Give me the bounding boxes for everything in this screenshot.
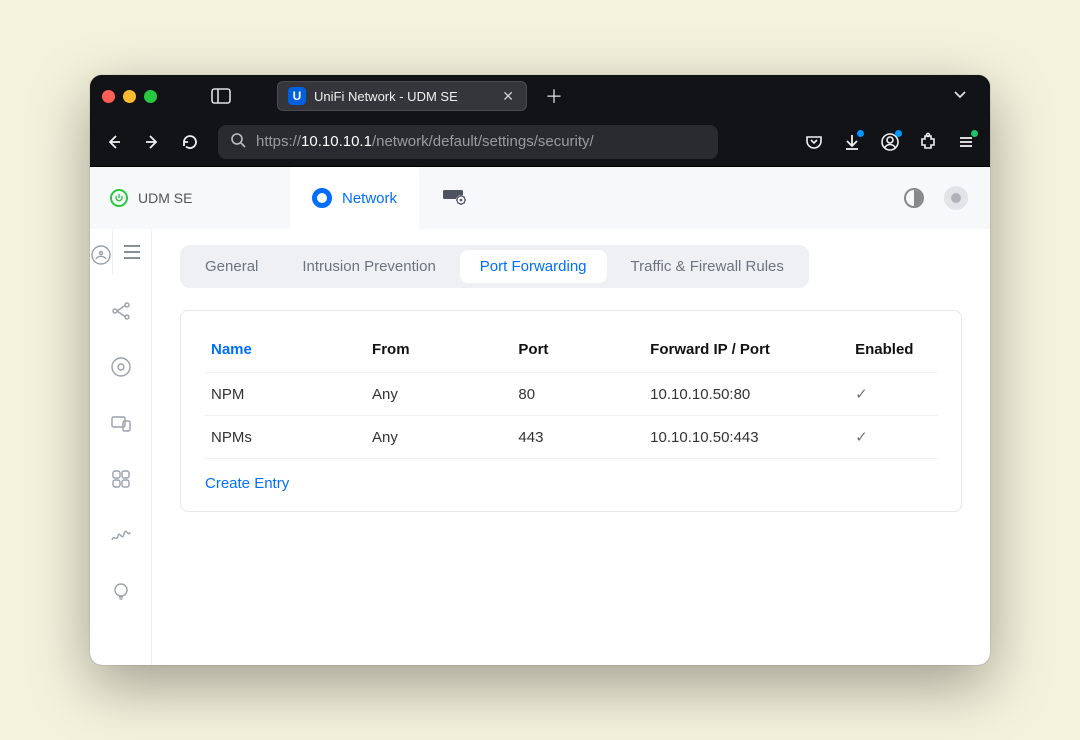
cell-port: 80 [512,373,644,416]
browser-tab[interactable]: U UniFi Network - UDM SE ✕ [277,81,527,111]
nav-back-button[interactable] [104,132,124,152]
sidebar-collapse-icon[interactable] [112,229,151,275]
downloads-icon[interactable] [842,132,862,152]
col-port[interactable]: Port [512,333,644,373]
sidebar [90,229,152,665]
window-close-button[interactable] [102,90,115,103]
nav-reload-button[interactable] [180,132,200,152]
app-menu-icon[interactable] [956,132,976,152]
cell-name: NPM [205,373,366,416]
sidebar-item-traffic[interactable] [109,523,133,547]
browser-sidebar-icon[interactable] [211,88,231,104]
subtab-port-forwarding[interactable]: Port Forwarding [460,250,607,283]
pocket-icon[interactable] [804,132,824,152]
sidebar-item-dashboard[interactable] [90,243,112,267]
app-tab-network[interactable]: Network [290,167,419,229]
power-icon [110,189,128,207]
cell-enabled: ✓ [849,416,937,459]
sidebar-item-radios[interactable] [109,355,133,379]
theme-toggle-icon[interactable] [904,188,924,208]
table-row[interactable]: NPM Any 80 10.10.10.50:80 ✓ [205,373,937,416]
cell-enabled: ✓ [849,373,937,416]
browser-toolbar: https://10.10.10.1/network/default/setti… [90,117,990,167]
subtab-intrusion-prevention[interactable]: Intrusion Prevention [282,250,455,283]
window-zoom-button[interactable] [144,90,157,103]
network-icon [312,188,332,208]
browser-window: U UniFi Network - UDM SE ✕ ＋ https://10.… [90,75,990,665]
nav-forward-button[interactable] [142,132,162,152]
sidebar-item-clients[interactable] [109,467,133,491]
app-body: General Intrusion Prevention Port Forwar… [90,229,990,665]
sidebar-item-devices[interactable] [109,411,133,435]
table-row[interactable]: NPMs Any 443 10.10.10.50:443 ✓ [205,416,937,459]
cell-port: 443 [512,416,644,459]
subtab-traffic-firewall[interactable]: Traffic & Firewall Rules [611,250,804,283]
cell-name: NPMs [205,416,366,459]
user-avatar[interactable] [944,186,968,210]
app-content: UDM SE Network [90,167,990,665]
main-area: General Intrusion Prevention Port Forwar… [152,229,990,665]
titlebar: U UniFi Network - UDM SE ✕ ＋ [90,75,990,117]
cell-forward: 10.10.10.50:443 [644,416,849,459]
col-enabled[interactable]: Enabled [849,333,937,373]
site-switcher[interactable]: UDM SE [90,189,290,207]
cell-from: Any [366,373,512,416]
tab-title: UniFi Network - UDM SE [314,89,492,104]
col-from[interactable]: From [366,333,512,373]
check-icon: ✓ [855,429,868,446]
device-settings-icon [441,186,469,210]
subtab-bar: General Intrusion Prevention Port Forwar… [180,245,809,288]
tab-favicon: U [288,87,306,105]
window-minimize-button[interactable] [123,90,136,103]
tab-overflow-button[interactable] [942,82,978,111]
account-icon[interactable] [880,132,900,152]
app-header: UDM SE Network [90,167,990,229]
url-text: https://10.10.10.1/network/default/setti… [256,133,594,150]
traffic-lights [102,90,157,103]
sidebar-item-insights[interactable] [109,579,133,603]
col-forward[interactable]: Forward IP / Port [644,333,849,373]
port-forwarding-panel: Name From Port Forward IP / Port Enabled… [180,310,962,512]
site-name: UDM SE [138,190,192,206]
app-tabs: Network [290,167,491,229]
tab-close-icon[interactable]: ✕ [500,88,516,105]
col-name[interactable]: Name [205,333,366,373]
create-entry-link[interactable]: Create Entry [205,459,289,492]
subtab-general[interactable]: General [185,250,278,283]
cell-from: Any [366,416,512,459]
extensions-icon[interactable] [918,132,938,152]
new-tab-button[interactable]: ＋ [535,79,573,113]
cell-forward: 10.10.10.50:80 [644,373,849,416]
url-bar[interactable]: https://10.10.10.1/network/default/setti… [218,125,718,159]
port-forwarding-table: Name From Port Forward IP / Port Enabled… [205,333,937,459]
app-tab-label: Network [342,190,397,207]
search-icon [230,132,246,152]
sidebar-item-topology[interactable] [109,299,133,323]
check-icon: ✓ [855,386,868,403]
app-tab-devices[interactable] [419,167,491,229]
